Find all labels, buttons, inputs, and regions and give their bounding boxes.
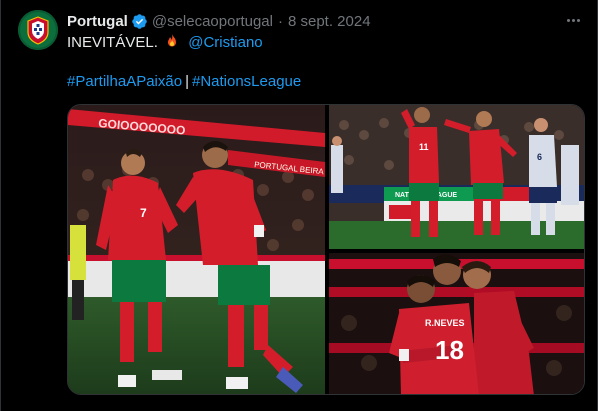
fire-emoji-icon — [168, 34, 177, 47]
match-photo-icon: NATIONS LEAGUE 11 — [329, 105, 584, 249]
tweet-date[interactable]: 8 sept. 2024 — [288, 13, 371, 30]
team-hug-photo-icon: R.NEVES 18 — [329, 253, 584, 394]
celebration-photo-icon: GOIOOOOOOO PORTUGAL BEIRA 7 — [68, 105, 325, 394]
hashtag-link-1[interactable]: #PartilhaAPaixão — [67, 73, 182, 90]
hashtag-link-2[interactable]: #NationsLeague — [192, 73, 301, 90]
tweet-text-line-1: INEVITÁVEL. @Cristiano — [67, 33, 263, 53]
verified-badge-icon — [132, 13, 147, 29]
avatar[interactable] — [18, 10, 58, 50]
tweet-card[interactable]: Portugal @selecaoportugal · 8 sept. 2024… — [0, 0, 598, 411]
portugal-crest-icon — [18, 10, 58, 50]
jersey-number-left: 7 — [140, 206, 147, 220]
more-options-icon[interactable] — [563, 10, 583, 30]
jersey-number: 18 — [435, 335, 464, 365]
jersey-number-opponent: 6 — [537, 152, 542, 162]
tweet-word: INEVITÁVEL. — [67, 34, 158, 51]
photo-1[interactable]: GOIOOOOOOO PORTUGAL BEIRA 7 — [68, 105, 325, 394]
mention-link[interactable]: @Cristiano — [188, 34, 262, 51]
media-grid: GOIOOOOOOO PORTUGAL BEIRA 7 LEAGUE 11 6 … — [67, 104, 585, 395]
author-name[interactable]: Portugal — [67, 13, 128, 30]
action-bar — [67, 402, 585, 411]
tweet-header: Portugal @selecaoportugal · 8 sept. 2024 — [67, 11, 577, 31]
photo-2[interactable]: NATIONS LEAGUE 11 — [329, 105, 584, 249]
jersey-name: R.NEVES — [425, 318, 465, 328]
photo-3[interactable]: R.NEVES 18 — [329, 253, 584, 394]
tweet-text-line-2: #PartilhaAPaixão | #NationsLeague — [67, 72, 301, 92]
hashtag-separator: | — [185, 73, 189, 90]
jersey-number-center: 11 — [419, 142, 429, 152]
header-separator: · — [277, 12, 283, 30]
author-handle[interactable]: @selecaoportugal — [152, 13, 273, 30]
